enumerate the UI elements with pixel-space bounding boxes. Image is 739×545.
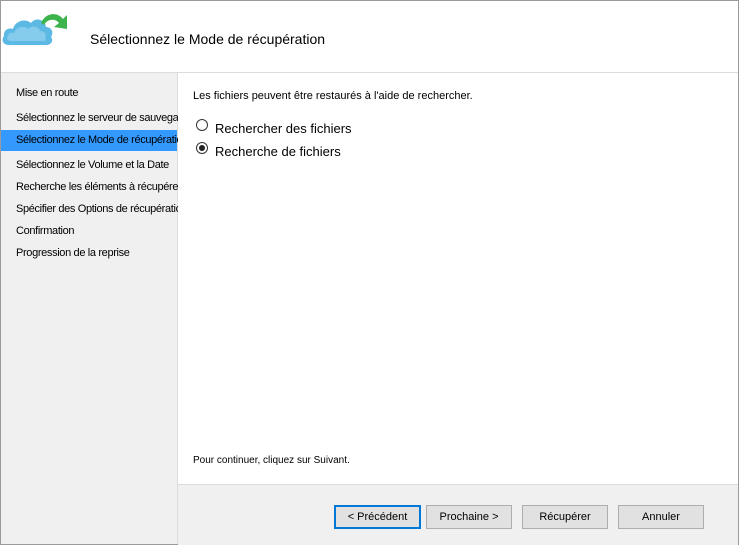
sidebar-item-confirmation[interactable]: Confirmation	[1, 221, 177, 242]
cancel-button[interactable]: Annuler	[618, 505, 704, 529]
sidebar-item-getting-started[interactable]: Mise en route	[1, 83, 177, 104]
radio-button[interactable]	[196, 119, 208, 131]
intro-text: Les fichiers peuvent être restaurés à l'…	[193, 90, 473, 102]
sidebar-item-select-server[interactable]: Sélectionnez le serveur de sauvegarde	[1, 108, 194, 129]
wizard-header: Sélectionnez le Mode de récupération	[1, 1, 738, 73]
main-panel: Les fichiers peuvent être restaurés à l'…	[178, 73, 738, 545]
radio-button-checked[interactable]	[196, 142, 208, 154]
wizard-steps-sidebar: Mise en route Sélectionnez le serveur de…	[1, 73, 194, 544]
sidebar-item-select-mode[interactable]: Sélectionnez le Mode de récupération	[1, 130, 188, 151]
option-label[interactable]: Rechercher des fichiers	[215, 121, 352, 136]
cloud-arrow-icon	[2, 14, 67, 45]
sidebar-item-search-items[interactable]: Recherche les éléments à récupérer	[1, 177, 182, 198]
next-button[interactable]: Prochaine >	[426, 505, 512, 529]
sidebar-item-select-volume-date[interactable]: Sélectionnez le Volume et la Date	[1, 155, 177, 176]
continue-hint: Pour continuer, cliquez sur Suivant.	[193, 455, 350, 466]
page-title: Sélectionnez le Mode de récupération	[90, 31, 326, 47]
sidebar-item-recovery-options[interactable]: Spécifier des Options de récupération	[1, 199, 187, 220]
option-file-search-row[interactable]: Recherche de fichiers	[196, 142, 341, 159]
sidebar-item-recovery-progress[interactable]: Progression de la reprise	[1, 243, 177, 264]
button-bar: < Précédent Prochaine > Récupérer Annule…	[178, 484, 738, 545]
previous-button[interactable]: < Précédent	[334, 505, 421, 529]
wizard-window: Sélectionnez le Mode de récupération Mis…	[0, 0, 739, 545]
recover-button[interactable]: Récupérer	[522, 505, 608, 529]
option-search-files-row[interactable]: Rechercher des fichiers	[196, 119, 352, 136]
option-label[interactable]: Recherche de fichiers	[215, 144, 341, 159]
